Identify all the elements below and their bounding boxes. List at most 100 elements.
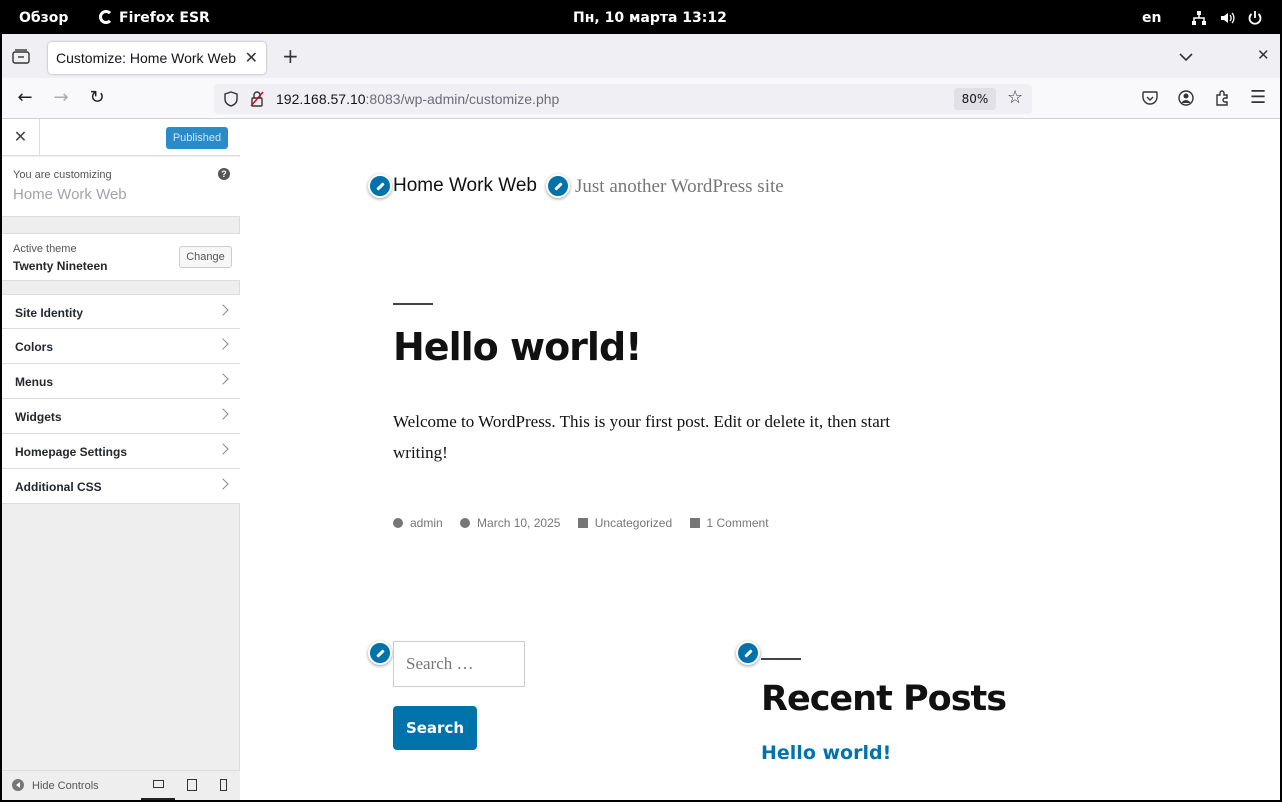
section-label: Homepage Settings bbox=[15, 445, 128, 459]
app-menu-icon[interactable]: ☰ bbox=[1250, 87, 1266, 108]
close-tab-icon[interactable]: ✕ bbox=[245, 48, 258, 67]
network-icon[interactable] bbox=[1191, 10, 1207, 26]
section-colors[interactable]: Colors bbox=[2, 329, 240, 364]
active-theme-label: Active theme bbox=[13, 243, 77, 255]
change-theme-button[interactable]: Change bbox=[179, 246, 232, 268]
search-input[interactable]: Search … bbox=[393, 641, 525, 687]
section-menus[interactable]: Menus bbox=[2, 364, 240, 399]
section-label: Site Identity bbox=[15, 306, 84, 320]
close-window-icon[interactable]: ✕ bbox=[1257, 46, 1270, 64]
chevron-right-icon bbox=[217, 478, 229, 490]
section-label: Menus bbox=[15, 375, 54, 389]
pocket-icon[interactable] bbox=[1142, 91, 1158, 106]
account-icon[interactable] bbox=[1178, 90, 1194, 106]
system-top-bar: Обзор Firefox ESR Пн, 10 марта 13:12 en bbox=[2, 2, 1280, 34]
tab-customize[interactable]: Customize: Home Work Web ✕ bbox=[48, 42, 266, 74]
person-icon bbox=[393, 518, 403, 528]
hide-controls-button[interactable]: Hide Controls bbox=[12, 779, 99, 792]
bookmark-star-icon[interactable]: ☆ bbox=[1007, 87, 1023, 108]
url-host: 192.168.57.10 bbox=[276, 91, 366, 107]
recent-posts-title: Recent Posts bbox=[761, 679, 1007, 719]
firefox-icon bbox=[99, 10, 113, 24]
chevron-right-icon bbox=[217, 443, 229, 455]
back-icon[interactable]: ← bbox=[13, 86, 37, 110]
date-text: March 10, 2025 bbox=[477, 516, 561, 530]
edit-search-widget-icon[interactable] bbox=[368, 641, 392, 665]
site-description: Just another WordPress site bbox=[575, 176, 784, 197]
comment-icon bbox=[689, 518, 700, 528]
list-all-tabs-icon[interactable] bbox=[1179, 52, 1193, 62]
customizing-label: You are customizing bbox=[13, 169, 112, 181]
active-theme-panel: Active theme Twenty Nineteen Change bbox=[2, 233, 240, 281]
url-bar[interactable]: 192.168.57.10:8083/wp-admin/customize.ph… bbox=[214, 84, 1032, 114]
app-menu[interactable]: Firefox ESR bbox=[99, 10, 210, 26]
customizing-site-name: Home Work Web bbox=[13, 186, 127, 203]
help-icon[interactable]: ? bbox=[218, 168, 230, 180]
category-text: Uncategorized bbox=[594, 516, 673, 530]
recent-post-link[interactable]: Hello world! bbox=[761, 742, 891, 764]
edit-site-title-icon[interactable] bbox=[368, 174, 392, 198]
post-date[interactable]: March 10, 2025 bbox=[460, 516, 560, 530]
customizing-info: You are customizing Home Work Web ? bbox=[2, 157, 240, 217]
section-homepage-settings[interactable]: Homepage Settings bbox=[2, 434, 240, 469]
site-title[interactable]: Home Work Web bbox=[393, 175, 537, 197]
recent-posts-divider bbox=[761, 658, 801, 660]
publish-button[interactable]: Published bbox=[166, 127, 228, 149]
zoom-level[interactable]: 80% bbox=[954, 88, 996, 110]
shield-icon[interactable] bbox=[224, 91, 238, 107]
customizer-footer: Hide Controls bbox=[2, 770, 240, 800]
activities-button[interactable]: Обзор bbox=[19, 10, 68, 26]
comments-text: 1 Comment bbox=[706, 516, 769, 530]
nav-bar: ← → ↻ 192.168.57.10:8083/wp-admin/custom… bbox=[2, 78, 1280, 119]
collapse-icon bbox=[12, 779, 24, 791]
close-customizer-icon[interactable]: ✕ bbox=[2, 119, 40, 156]
reload-icon[interactable]: ↻ bbox=[85, 86, 109, 110]
clock-icon bbox=[460, 518, 471, 528]
post-meta: admin March 10, 2025 Uncategorized 1 Com… bbox=[393, 516, 783, 530]
tab-title: Customize: Home Work Web bbox=[56, 50, 236, 66]
section-label: Widgets bbox=[15, 410, 62, 424]
input-language[interactable]: en bbox=[1142, 10, 1161, 26]
mobile-icon bbox=[220, 779, 227, 791]
section-label: Colors bbox=[15, 340, 54, 354]
folder-icon bbox=[577, 518, 588, 528]
url-text: 192.168.57.10:8083/wp-admin/customize.ph… bbox=[276, 91, 559, 107]
section-widgets[interactable]: Widgets bbox=[2, 399, 240, 434]
post-content: Welcome to WordPress. This is your first… bbox=[393, 412, 891, 462]
power-icon[interactable] bbox=[1247, 10, 1263, 26]
customizer-sidebar: ✕ Published You are customizing Home Wor… bbox=[2, 119, 240, 800]
forward-icon[interactable]: → bbox=[49, 86, 73, 110]
chevron-right-icon bbox=[217, 304, 229, 316]
url-path: :8083/wp-admin/customize.php bbox=[365, 91, 560, 107]
customizer-header: ✕ Published bbox=[2, 119, 240, 156]
desktop-preview-button[interactable] bbox=[141, 775, 175, 800]
customizer-sections: Site Identity Colors Menus Widgets Homep… bbox=[2, 294, 240, 504]
post-divider bbox=[393, 303, 433, 305]
chevron-right-icon bbox=[217, 338, 229, 350]
section-additional-css[interactable]: Additional CSS bbox=[2, 469, 240, 504]
hide-controls-label: Hide Controls bbox=[32, 780, 99, 792]
clock[interactable]: Пн, 10 марта 13:12 bbox=[573, 10, 727, 26]
post-category[interactable]: Uncategorized bbox=[577, 516, 673, 530]
tablet-preview-button[interactable] bbox=[175, 775, 209, 800]
insecure-lock-icon[interactable] bbox=[250, 91, 264, 107]
site-preview: Home Work Web Just another WordPress sit… bbox=[241, 119, 1280, 800]
post-author[interactable]: admin bbox=[393, 516, 443, 530]
edit-recent-posts-widget-icon[interactable] bbox=[736, 641, 760, 665]
section-site-identity[interactable]: Site Identity bbox=[2, 294, 240, 329]
desktop-icon bbox=[153, 780, 164, 788]
post-comments[interactable]: 1 Comment bbox=[689, 516, 769, 530]
tablet-icon bbox=[187, 779, 197, 791]
volume-icon[interactable] bbox=[1219, 10, 1235, 26]
search-button[interactable]: Search bbox=[393, 706, 477, 750]
author-name: admin bbox=[410, 516, 443, 530]
active-theme-name: Twenty Nineteen bbox=[13, 259, 108, 273]
section-label: Additional CSS bbox=[15, 480, 102, 494]
tab-overview-icon[interactable] bbox=[12, 48, 30, 64]
post-title[interactable]: Hello world! bbox=[393, 325, 642, 369]
new-tab-icon[interactable]: + bbox=[282, 44, 299, 68]
edit-site-description-icon[interactable] bbox=[546, 174, 570, 198]
extensions-icon[interactable] bbox=[1214, 90, 1230, 106]
screen: Обзор Firefox ESR Пн, 10 марта 13:12 en … bbox=[2, 2, 1280, 800]
mobile-preview-button[interactable] bbox=[208, 775, 242, 800]
